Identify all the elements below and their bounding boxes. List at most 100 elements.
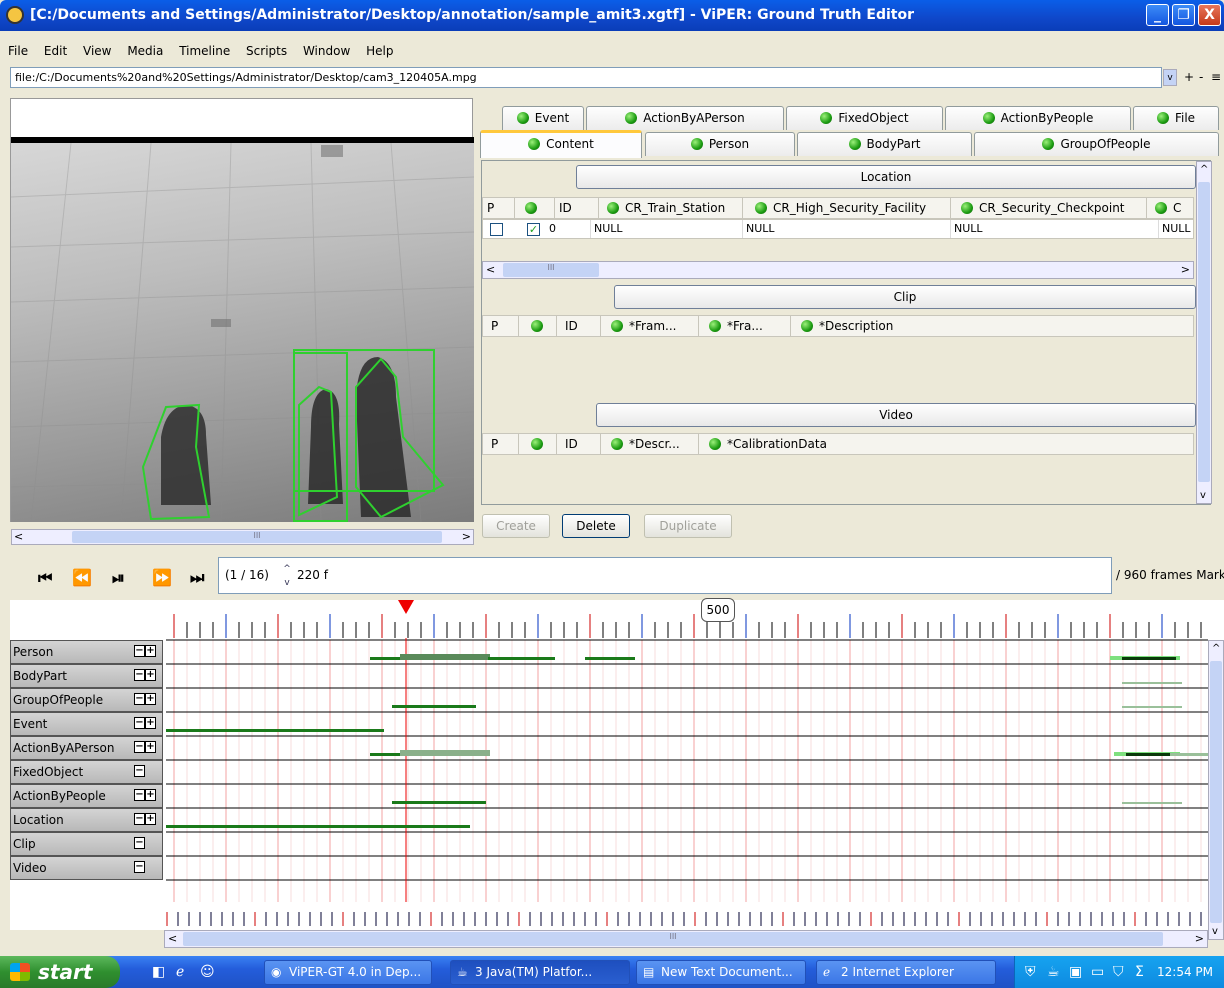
network-icon[interactable]: ▭ — [1091, 956, 1104, 988]
delete-button[interactable]: Delete — [562, 514, 630, 538]
scroll-down-arrow[interactable]: v — [1200, 490, 1206, 501]
timeline-scroll-thumb-v[interactable] — [1210, 661, 1222, 923]
video-section-button[interactable]: Video — [596, 403, 1196, 427]
track-label-groupofpeople[interactable]: GroupOfPeople − + — [10, 688, 163, 712]
track-toggle[interactable]: − + — [134, 813, 158, 827]
col-calibration-data[interactable]: *CalibrationData — [699, 434, 1195, 454]
track-toggle[interactable]: − — [134, 861, 158, 875]
track-toggle[interactable]: − — [134, 837, 158, 851]
rate-spinner[interactable]: ^ v — [280, 562, 294, 592]
track-label-actionbyaperson[interactable]: ActionByAPerson − + — [10, 736, 163, 760]
security-icon[interactable]: ⛉ — [1113, 956, 1124, 988]
scroll-down-arrow[interactable]: v — [1212, 926, 1218, 937]
menu-file[interactable]: File — [8, 41, 28, 61]
tab-bodypart[interactable]: BodyPart — [797, 132, 972, 156]
collapse-icon[interactable]: − — [134, 645, 145, 657]
scroll-up-arrow[interactable]: ^ — [1212, 643, 1220, 654]
collapse-icon[interactable]: − — [134, 693, 145, 705]
timeline-vscrollbar[interactable]: ^ v — [1208, 640, 1224, 940]
java-tray-icon[interactable]: ☕ — [1047, 956, 1060, 988]
track-label-location[interactable]: Location − + — [10, 808, 163, 832]
scroll-left-arrow[interactable]: < — [14, 530, 23, 543]
play-icon[interactable]: ⏯ — [112, 568, 125, 588]
messenger-icon[interactable]: ☺ — [200, 964, 215, 980]
s-app-icon[interactable]: ▣ — [1069, 956, 1082, 988]
location-data-row[interactable]: ✓ 0 NULL NULL NULL NULL — [482, 219, 1194, 239]
media-menu-button[interactable]: ≡ — [1211, 70, 1221, 84]
menu-timeline[interactable]: Timeline — [179, 41, 230, 61]
collapse-icon[interactable]: − — [134, 861, 145, 873]
timeline-scroll-thumb[interactable]: III — [183, 932, 1163, 946]
col-p[interactable]: P — [483, 198, 515, 218]
desktop-icon[interactable]: ◧ — [152, 964, 165, 980]
menu-scripts[interactable]: Scripts — [246, 41, 287, 61]
collapse-icon[interactable]: − — [134, 741, 145, 753]
expand-icon[interactable]: + — [145, 693, 156, 705]
track-toggle[interactable]: − — [134, 765, 158, 779]
col-valid[interactable] — [515, 198, 555, 218]
col-id[interactable]: ID — [555, 198, 599, 218]
track-toggle[interactable]: − + — [134, 645, 158, 659]
restore-button[interactable]: ❐ — [1172, 4, 1195, 26]
expand-icon[interactable]: + — [145, 645, 156, 657]
scroll-right-arrow[interactable]: > — [462, 530, 471, 543]
taskbar-item-java[interactable]: ☕ 3 Java(TM) Platfor... — [450, 960, 630, 985]
track-toggle[interactable]: − + — [134, 741, 158, 755]
col-valid[interactable] — [519, 316, 557, 336]
duplicate-button[interactable]: Duplicate — [644, 514, 732, 538]
col-cr-security-checkpoint[interactable]: CR_Security_Checkpoint — [951, 198, 1147, 218]
collapse-icon[interactable]: − — [134, 837, 145, 849]
spin-up-arrow[interactable]: ^ — [283, 564, 291, 574]
cell-cr-high-security[interactable]: NULL — [743, 220, 951, 238]
collapse-icon[interactable]: − — [134, 669, 145, 681]
track-label-event[interactable]: Event − + — [10, 712, 163, 736]
col-truncated[interactable]: C — [1147, 198, 1195, 218]
expand-icon[interactable]: + — [145, 669, 156, 681]
col-start-frame[interactable]: *Fram... — [601, 316, 699, 336]
location-hscrollbar[interactable]: < III > — [482, 261, 1194, 279]
spin-down-arrow[interactable]: v — [284, 578, 289, 588]
track-toggle[interactable]: − + — [134, 669, 158, 683]
taskbar-item-ie[interactable]: ℯ2 Internet Explorer — [816, 960, 996, 985]
col-description[interactable]: *Description — [791, 316, 1195, 336]
col-description[interactable]: *Descr... — [601, 434, 699, 454]
close-button[interactable]: X — [1198, 4, 1221, 26]
expand-icon[interactable]: + — [145, 717, 156, 729]
window-title-bar[interactable]: [C:/Documents and Settings/Administrator… — [0, 0, 1224, 31]
cell-cr-train-station[interactable]: NULL — [591, 220, 743, 238]
current-frame-field[interactable]: 220 f — [297, 558, 328, 593]
tab-person[interactable]: Person — [645, 132, 795, 156]
location-scroll-thumb[interactable]: III — [503, 263, 599, 277]
remove-media-button[interactable]: - — [1199, 70, 1203, 84]
menu-help[interactable]: Help — [366, 41, 393, 61]
shield-icon[interactable]: ⛨ — [1025, 956, 1036, 988]
step-back-icon[interactable]: ⏪ — [72, 568, 92, 587]
col-p[interactable]: P — [483, 316, 519, 336]
col-p[interactable]: P — [483, 434, 519, 454]
menu-media[interactable]: Media — [127, 41, 163, 61]
menu-window[interactable]: Window — [303, 41, 350, 61]
scroll-right-arrow[interactable]: > — [1181, 263, 1190, 276]
step-forward-icon[interactable]: ⏩ — [152, 568, 172, 587]
collapse-icon[interactable]: − — [134, 765, 145, 777]
video-scroll-thumb[interactable]: III — [72, 531, 442, 543]
tab-actionbypeople[interactable]: ActionByPeople — [945, 106, 1131, 130]
tables-scroll-thumb[interactable] — [1198, 182, 1210, 482]
clip-section-button[interactable]: Clip — [614, 285, 1196, 309]
sigma-icon[interactable]: Σ — [1135, 956, 1144, 988]
menu-view[interactable]: View — [83, 41, 111, 61]
taskbar-item-notepad[interactable]: ▤ New Text Document... — [636, 960, 806, 985]
media-url-field[interactable]: file:/C:/Documents%20and%20Settings/Admi… — [10, 67, 1162, 88]
video-hscrollbar[interactable]: < III > — [11, 529, 474, 545]
scroll-left-arrow[interactable]: < — [486, 263, 495, 276]
track-label-actionbypeople[interactable]: ActionByPeople − + — [10, 784, 163, 808]
frame-control-field[interactable]: (1 / 16) ^ v 220 f — [218, 557, 1112, 594]
video-frame[interactable] — [11, 137, 474, 522]
col-id[interactable]: ID — [557, 316, 601, 336]
collapse-icon[interactable]: − — [134, 717, 145, 729]
p-checkbox[interactable] — [490, 223, 503, 236]
track-toggle[interactable]: − + — [134, 693, 158, 707]
track-label-bodypart[interactable]: BodyPart − + — [10, 664, 163, 688]
track-label-clip[interactable]: Clip − — [10, 832, 163, 856]
expand-icon[interactable]: + — [145, 741, 156, 753]
